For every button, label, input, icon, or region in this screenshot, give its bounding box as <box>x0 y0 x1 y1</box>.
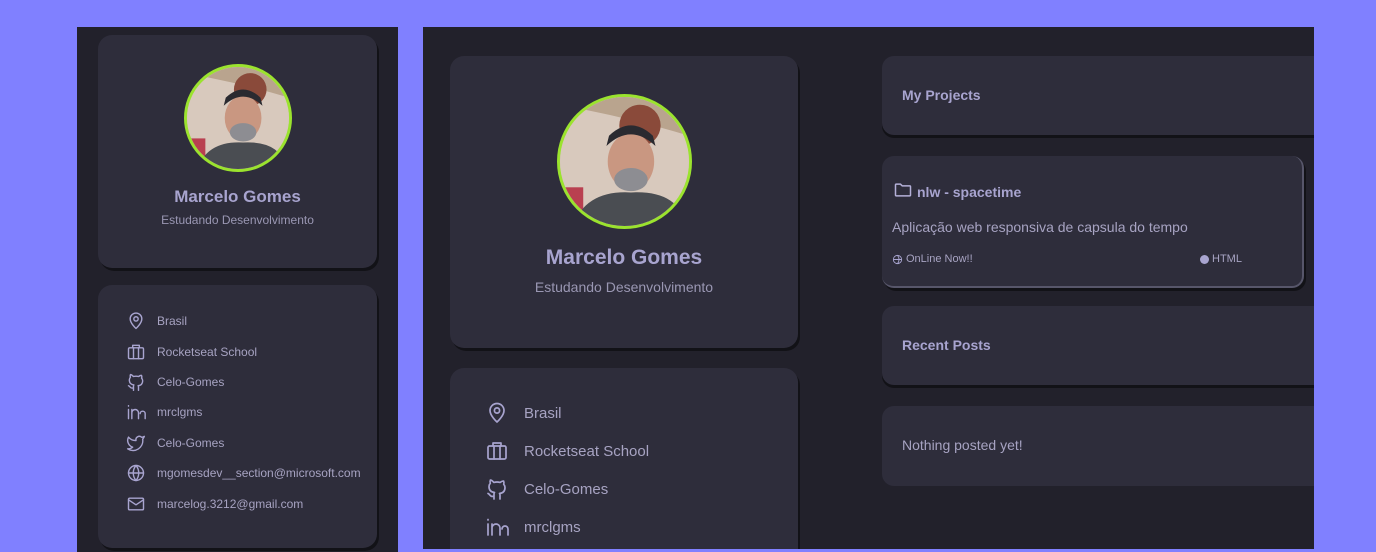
location-text: Brasil <box>524 404 562 422</box>
mail-icon <box>127 497 145 511</box>
github-row[interactable]: Celo-Gomes <box>126 372 224 392</box>
github-row-large[interactable]: Celo-Gomes <box>485 477 608 501</box>
info-card: Brasil Rocketseat School Celo-Gomes mrcl… <box>98 285 377 548</box>
project-name[interactable]: nlw - spacetime <box>917 184 1021 200</box>
linkedin-row[interactable]: mrclgms <box>126 402 202 422</box>
project-language: HTML <box>1212 253 1242 265</box>
github-icon <box>487 479 506 500</box>
website-row[interactable]: mgomesdev__section@microsoft.com <box>126 463 361 483</box>
email-text[interactable]: marcelog.3212@gmail.com <box>157 497 303 511</box>
posts-header-card: Recent Posts <box>882 306 1314 385</box>
avatar <box>184 64 292 172</box>
location-pin-icon <box>489 402 505 423</box>
location-row: Brasil <box>126 311 187 331</box>
github-text[interactable]: Celo-Gomes <box>157 375 224 389</box>
globe-emoji-icon <box>892 254 903 264</box>
globe-icon <box>127 464 145 482</box>
location-row-large: Brasil <box>485 401 562 425</box>
company-row-large: Rocketseat School <box>485 439 649 463</box>
project-language-row: HTML <box>1200 253 1242 265</box>
briefcase-icon <box>127 344 145 360</box>
twitter-icon <box>126 435 146 452</box>
project-status: OnLine Now!! <box>906 253 973 265</box>
posts-title: Recent Posts <box>902 337 991 353</box>
linkedin-text[interactable]: mrclgms <box>157 405 202 419</box>
profile-name: Marcelo Gomes <box>174 187 301 206</box>
mobile-layout-panel: Marcelo Gomes Estudando Desenvolvimento … <box>77 27 398 552</box>
projects-header-card: My Projects <box>882 56 1314 135</box>
profile-role: Estudando Desenvolvimento <box>161 213 314 227</box>
github-icon <box>127 373 144 392</box>
project-status-row: OnLine Now!! <box>892 253 973 265</box>
posts-empty-text: Nothing posted yet! <box>902 437 1023 453</box>
posts-empty-card: Nothing posted yet! <box>882 406 1314 486</box>
briefcase-icon <box>487 442 507 460</box>
language-dot-icon <box>1200 254 1209 264</box>
projects-title: My Projects <box>902 87 981 103</box>
info-card-large: Brasil Rocketseat School Celo-Gomes mrcl… <box>450 368 798 549</box>
company-row: Rocketseat School <box>126 342 257 362</box>
profile-role-large: Estudando Desenvolvimento <box>534 279 714 295</box>
linkedin-text[interactable]: mrclgms <box>524 519 581 536</box>
linkedin-icon <box>127 405 146 420</box>
profile-card: Marcelo Gomes Estudando Desenvolvimento <box>98 35 377 268</box>
location-text: Brasil <box>157 314 188 328</box>
company-text: Rocketseat School <box>524 442 650 460</box>
avatar-large <box>557 94 692 229</box>
website-text[interactable]: mgomesdev__section@microsoft.com <box>157 466 361 480</box>
github-text[interactable]: Celo-Gomes <box>524 481 608 498</box>
profile-name-large: Marcelo Gomes <box>545 246 703 269</box>
linkedin-icon <box>487 518 509 536</box>
project-name-row[interactable]: nlw - spacetime <box>892 180 1021 200</box>
project-description: Aplicação web responsiva de capsula do t… <box>892 219 1188 235</box>
profile-card-large: Marcelo Gomes Estudando Desenvolvimento <box>450 56 798 348</box>
email-row[interactable]: marcelog.3212@gmail.com <box>126 494 303 514</box>
folder-icon <box>894 183 912 197</box>
linkedin-row-large[interactable]: mrclgms <box>485 515 581 539</box>
twitter-row[interactable]: Celo-Gomes <box>126 433 224 453</box>
desktop-layout-panel: Marcelo Gomes Estudando Desenvolvimento … <box>423 27 1314 549</box>
location-pin-icon <box>129 312 143 330</box>
project-card[interactable]: nlw - spacetime Aplicação web responsiva… <box>882 156 1304 288</box>
company-text: Rocketseat School <box>157 345 258 359</box>
twitter-text[interactable]: Celo-Gomes <box>157 436 224 450</box>
